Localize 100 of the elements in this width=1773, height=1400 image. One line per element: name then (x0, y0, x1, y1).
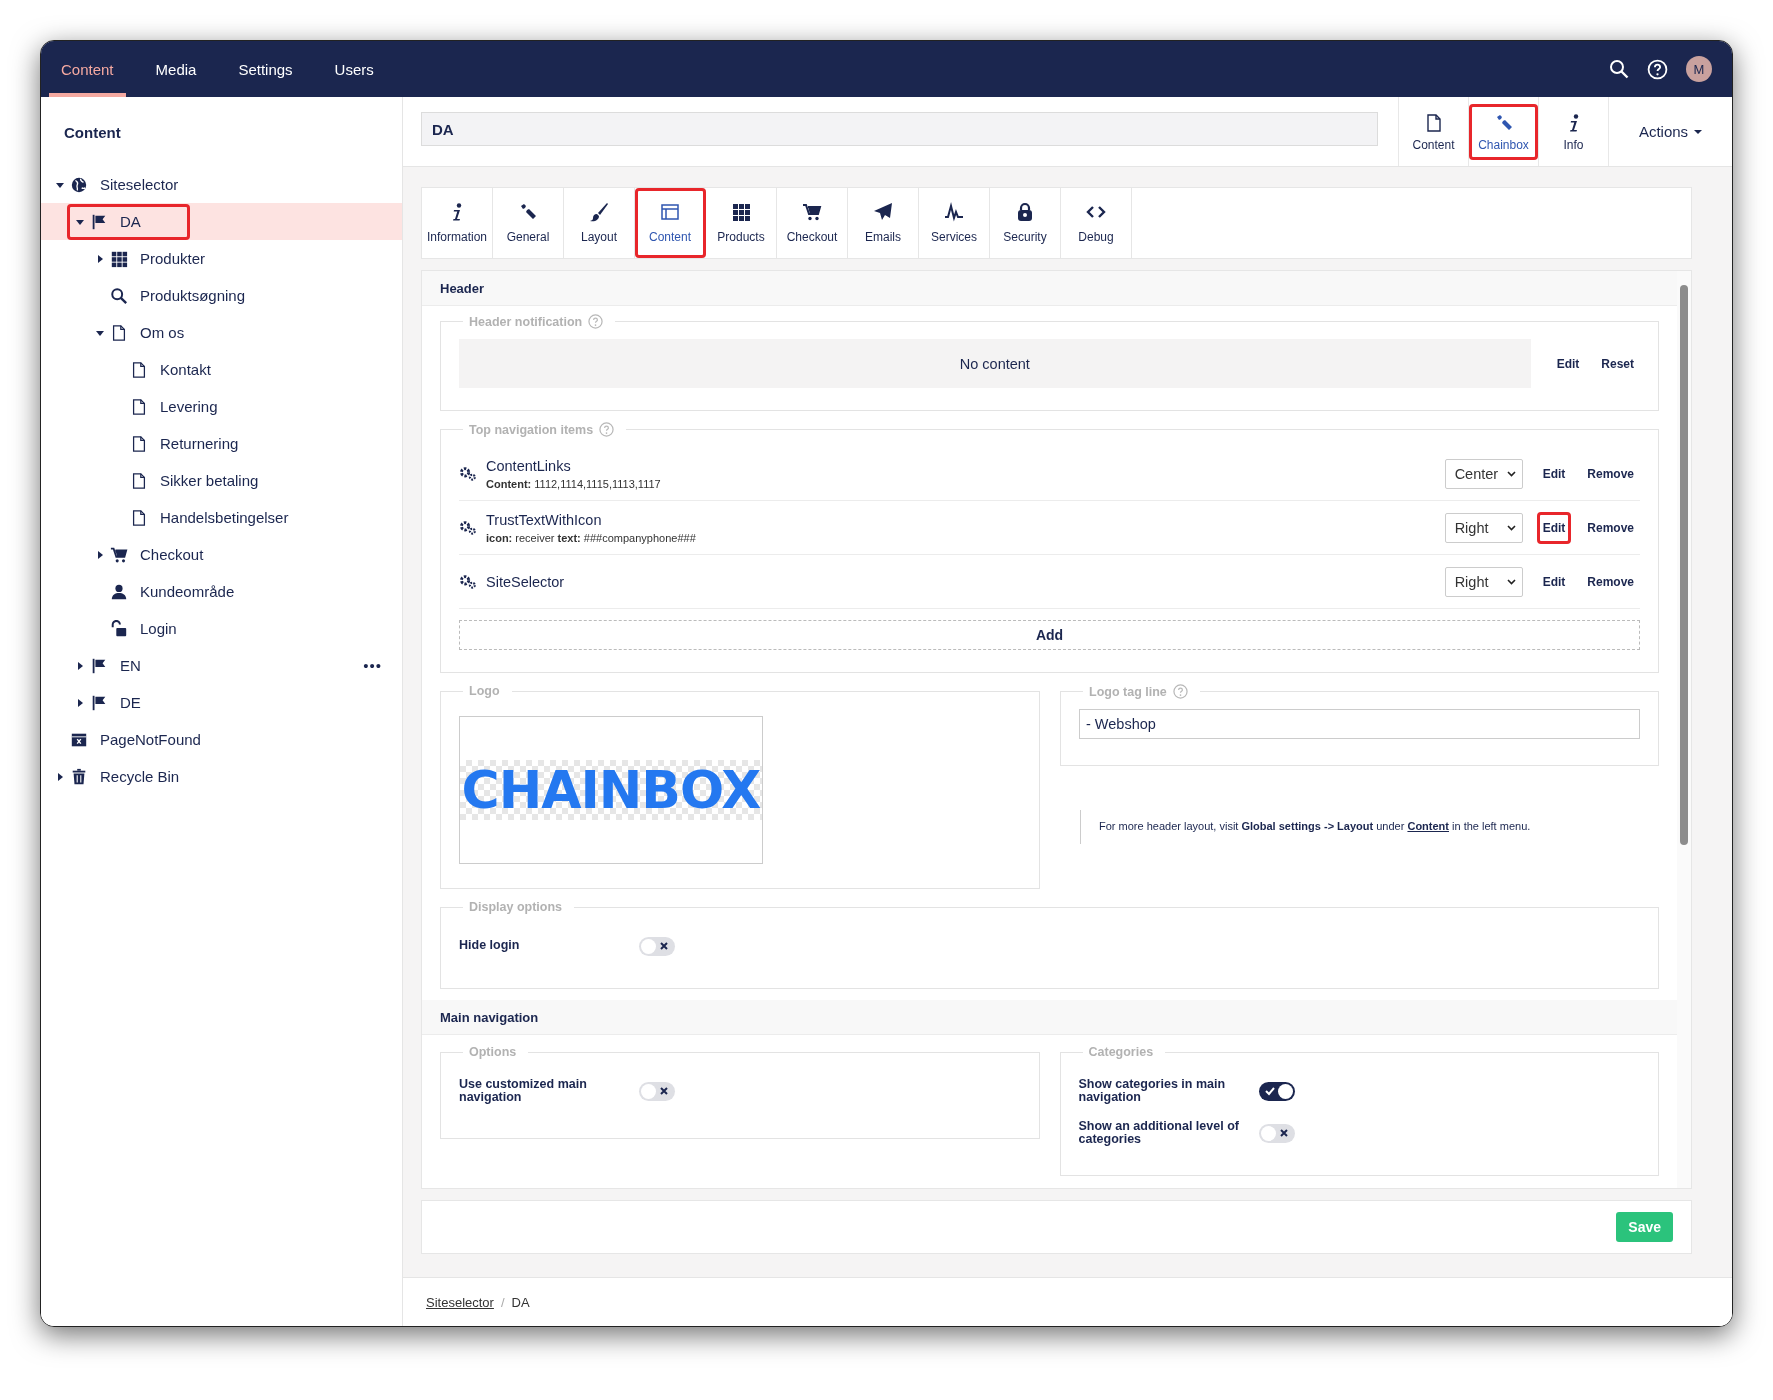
tree-row[interactable]: DA (41, 203, 402, 240)
tree-row[interactable]: Recycle Bin (41, 758, 402, 795)
page-icon (130, 508, 148, 527)
position-select[interactable]: Right (1444, 566, 1523, 597)
toggle-label: Show categories in main navigation (1078, 1077, 1227, 1105)
more-options-button[interactable]: ••• (357, 656, 388, 675)
tree-item[interactable]: PageNotFound (47, 721, 210, 758)
action-link[interactable]: Edit (1536, 565, 1572, 598)
document-name-field[interactable]: DA (421, 112, 1378, 146)
tree-item[interactable]: DA (67, 203, 190, 240)
page-icon (130, 434, 148, 453)
tree-row[interactable]: Produktsøgning (41, 277, 402, 314)
paintbrush-icon (589, 202, 609, 222)
chevron-down-icon (1506, 470, 1516, 477)
toggle-switch[interactable] (1258, 1123, 1295, 1143)
position-select[interactable]: Right (1444, 512, 1523, 543)
breadcrumb-link[interactable]: Siteselector (426, 1294, 494, 1310)
sidebar-title: Content (63, 123, 122, 143)
breadcrumb-current: DA (511, 1294, 530, 1310)
page-icon (130, 360, 148, 379)
tree-item[interactable]: Checkout (87, 536, 213, 573)
action-link[interactable]: Remove (1581, 511, 1640, 544)
tree-item[interactable]: EN (67, 647, 150, 684)
tree-row[interactable]: Produkter (41, 240, 402, 277)
navigation-item-name: TrustTextWithIcon (486, 511, 603, 528)
toggle-switch[interactable] (1258, 1081, 1295, 1101)
action-link[interactable]: Edit (1536, 511, 1572, 544)
navigation-item-name: ContentLinks (486, 457, 572, 474)
toggle-switch[interactable] (639, 1081, 675, 1101)
tree-item[interactable]: Levering (107, 388, 227, 425)
tree-row[interactable]: Login (41, 610, 402, 647)
caret-icon[interactable] (76, 661, 84, 670)
content-link[interactable]: Content (1407, 820, 1449, 832)
tree-item[interactable]: Om os (87, 314, 194, 351)
tree-row[interactable]: Kundeområde (41, 573, 402, 610)
add-button[interactable]: Add (459, 620, 1640, 650)
caret-icon[interactable] (56, 180, 64, 189)
tree-row[interactable]: Sikker betaling (41, 462, 402, 499)
page-icon (110, 323, 128, 342)
action-link[interactable]: Edit (1550, 347, 1586, 380)
layout-hint: For more header layout, visit Global settings -> Layout under Content in the left menu. (1080, 810, 1659, 844)
navigation-item-name: SiteSelector (486, 573, 566, 590)
caret-icon[interactable] (96, 328, 104, 337)
tree-item[interactable]: Handelsbetingelser (107, 499, 298, 536)
caret-icon[interactable] (96, 254, 104, 263)
caret-icon[interactable] (96, 550, 104, 559)
section-tab[interactable]: Settings (226, 41, 305, 97)
grid-icon (110, 249, 128, 268)
tree-item[interactable]: Login (87, 610, 186, 647)
globe-icon (70, 175, 88, 194)
tree-item[interactable]: Siteselector (47, 166, 188, 203)
section-tab[interactable]: Users (322, 41, 386, 97)
caret-icon[interactable] (76, 217, 84, 226)
user-avatar[interactable]: M (1686, 56, 1712, 82)
tree-row[interactable]: Checkout (41, 536, 402, 573)
action-link[interactable]: Edit (1536, 457, 1572, 490)
caret-icon[interactable] (76, 698, 84, 707)
tree-row[interactable]: DE (41, 684, 402, 721)
tree-row[interactable]: Siteselector (41, 166, 402, 203)
tree-item[interactable]: Produktsøgning (87, 277, 255, 314)
tree-row[interactable]: Kontakt (41, 351, 402, 388)
cross-icon (1278, 1127, 1289, 1138)
group-legend: Display options (469, 900, 563, 914)
toggle-label: Show an additional level of categories (1078, 1119, 1240, 1147)
trash-icon (70, 767, 88, 786)
group-legend: Categories (1088, 1045, 1154, 1059)
tree-item[interactable]: Kontakt (107, 351, 220, 388)
tree-row[interactable]: EN ••• (41, 647, 402, 684)
group-legend: Header notification (469, 314, 583, 329)
caret-icon[interactable] (56, 772, 64, 781)
position-select[interactable]: Center (1444, 458, 1523, 489)
tree-item[interactable]: Produkter (87, 240, 215, 277)
tree-item[interactable]: DE (67, 684, 150, 721)
tree-row[interactable]: Om os (41, 314, 402, 351)
action-link[interactable]: Reset (1595, 347, 1640, 380)
tree-row[interactable]: PageNotFound (41, 721, 402, 758)
tag-line-field[interactable]: - Webshop (1079, 709, 1640, 739)
action-link[interactable]: Remove (1581, 457, 1640, 490)
action-link[interactable]: Remove (1581, 565, 1640, 598)
paper-plane-icon (873, 202, 893, 222)
breadcrumb-separator: / (500, 1294, 505, 1310)
scrollbar[interactable] (1677, 271, 1691, 1188)
tree-item[interactable]: Kundeområde (87, 573, 244, 610)
tree-item[interactable]: Returnering (107, 425, 248, 462)
padlock-icon (1015, 202, 1035, 222)
grid-icon (731, 202, 751, 222)
tree-row[interactable]: Returnering (41, 425, 402, 462)
tree-item[interactable]: Sikker betaling (107, 462, 268, 499)
section-tab[interactable]: Media (143, 41, 209, 97)
tree-row[interactable]: Levering (41, 388, 402, 425)
group-legend: Top navigation items (469, 422, 594, 437)
editor-tab[interactable]: Content (635, 188, 706, 258)
toggle-switch[interactable] (639, 936, 675, 956)
page-icon (130, 471, 148, 490)
tree-item[interactable]: Recycle Bin (47, 758, 189, 795)
open-padlock-icon (110, 619, 128, 638)
search-icon[interactable] (1609, 59, 1629, 79)
cart-icon (110, 545, 128, 564)
app-button[interactable]: Chainbox (1468, 97, 1538, 166)
tree-row[interactable]: Handelsbetingelser (41, 499, 402, 536)
